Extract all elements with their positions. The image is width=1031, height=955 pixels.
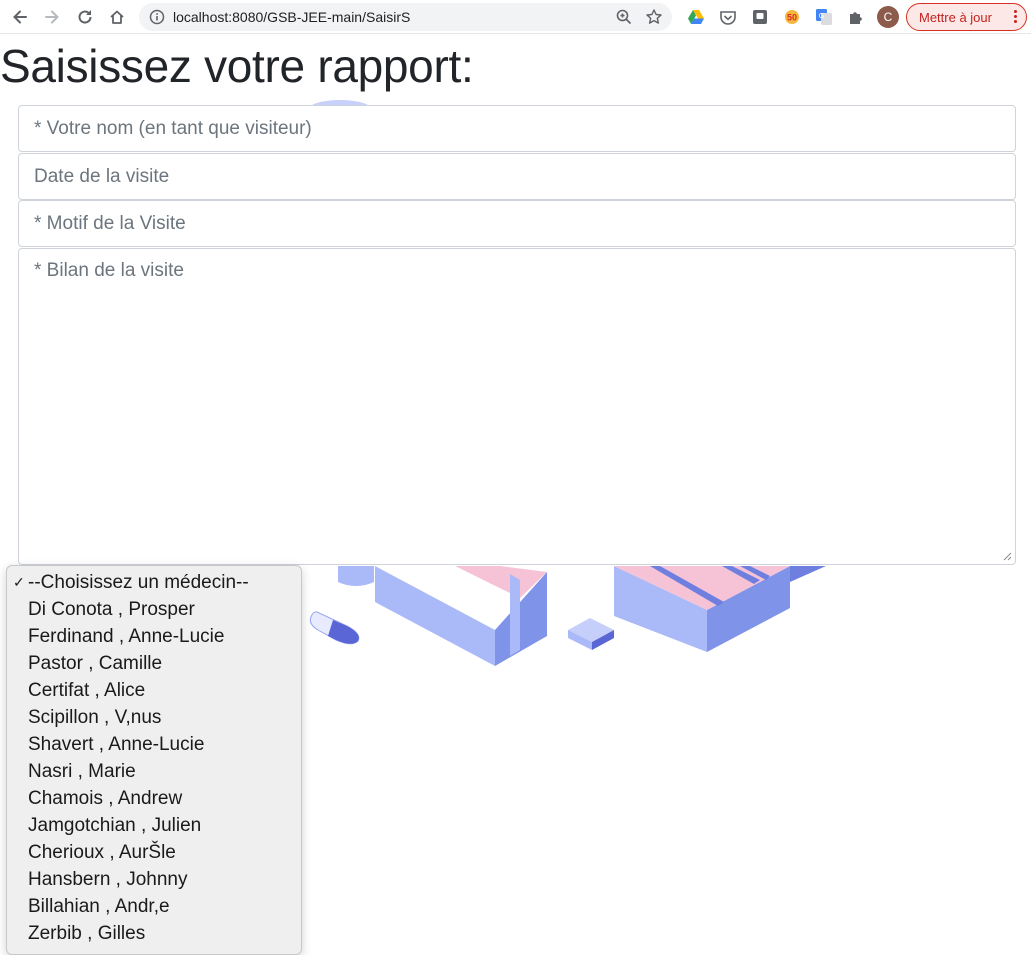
doctor-option[interactable]: Certifat , Alice — [7, 677, 301, 704]
visit-reason-placeholder: * Motif de la Visite — [34, 213, 186, 234]
google-drive-icon[interactable] — [686, 7, 706, 27]
reload-icon[interactable] — [73, 5, 97, 29]
svg-text:G: G — [819, 13, 824, 20]
svg-text:50: 50 — [787, 13, 797, 23]
doctor-option[interactable]: Zerbib , Gilles — [7, 920, 301, 947]
home-icon[interactable] — [105, 5, 129, 29]
doctor-option[interactable]: ✓ --Choisissez un médecin-- — [7, 569, 301, 596]
address-bar[interactable]: localhost:8080/GSB-JEE-main/SaisirS — [139, 3, 672, 31]
url-text[interactable]: localhost:8080/GSB-JEE-main/SaisirS — [173, 9, 410, 25]
doctor-option[interactable]: Scipillon , V,nus — [7, 704, 301, 731]
resize-grip-icon[interactable] — [1003, 552, 1012, 561]
visit-date-input[interactable]: Date de la visite — [18, 153, 1016, 200]
browser-toolbar: localhost:8080/GSB-JEE-main/SaisirS 50 G… — [0, 0, 1031, 34]
profile-avatar[interactable]: C — [877, 6, 899, 28]
doctor-option[interactable]: Billahian , Andr,e — [7, 893, 301, 920]
illustration-cylinder — [338, 566, 374, 586]
visit-report-textarea[interactable]: * Bilan de la visite — [18, 248, 1016, 565]
doctor-option[interactable]: Nasri , Marie — [7, 758, 301, 785]
doctor-option[interactable]: Jamgotchian , Julien — [7, 812, 301, 839]
bookmark-star-icon[interactable] — [645, 8, 663, 31]
doctor-option[interactable]: Cherioux , AurŠle — [7, 839, 301, 866]
site-info-icon[interactable] — [149, 9, 165, 30]
extension-square-icon[interactable] — [750, 7, 770, 27]
illustration-small-cube — [568, 618, 614, 650]
update-browser-button[interactable]: Mettre à jour — [906, 3, 1027, 31]
doctor-option[interactable]: Pastor , Camille — [7, 650, 301, 677]
page-title: Saisissez votre rapport: — [0, 40, 474, 92]
checkmark-icon: ✓ — [13, 574, 25, 590]
zoom-icon[interactable] — [615, 8, 633, 31]
illustration-box-right — [614, 566, 826, 652]
doctor-option[interactable]: Di Conota , Prosper — [7, 596, 301, 623]
illustration-capsule — [309, 611, 360, 645]
google-translate-icon[interactable]: G — [814, 7, 834, 27]
forward-icon[interactable] — [40, 5, 64, 29]
visitor-name-input[interactable]: * Votre nom (en tant que visiteur) — [18, 105, 1016, 152]
doctor-select-dropdown[interactable]: ✓ --Choisissez un médecin-- Di Conota , P… — [6, 565, 302, 955]
doctor-option[interactable]: Shavert , Anne-Lucie — [7, 731, 301, 758]
doctor-option[interactable]: Chamois , Andrew — [7, 785, 301, 812]
doctor-option[interactable]: Hansbern , Johnny — [7, 866, 301, 893]
visit-date-placeholder: Date de la visite — [34, 166, 170, 187]
update-button-label: Mettre à jour — [919, 9, 992, 25]
puzzle-icon[interactable] — [846, 7, 866, 27]
menu-dots-icon — [1014, 10, 1018, 25]
visit-reason-input[interactable]: * Motif de la Visite — [18, 200, 1016, 247]
badge-extension-icon[interactable]: 50 — [782, 7, 802, 27]
back-icon[interactable] — [8, 5, 32, 29]
doctor-option[interactable]: Ferdinand , Anne-Lucie — [7, 623, 301, 650]
visit-report-placeholder: * Bilan de la visite — [34, 260, 184, 281]
pocket-icon[interactable] — [718, 7, 738, 27]
visitor-name-placeholder: * Votre nom (en tant que visiteur) — [34, 118, 312, 139]
illustration-box-left — [375, 566, 547, 666]
